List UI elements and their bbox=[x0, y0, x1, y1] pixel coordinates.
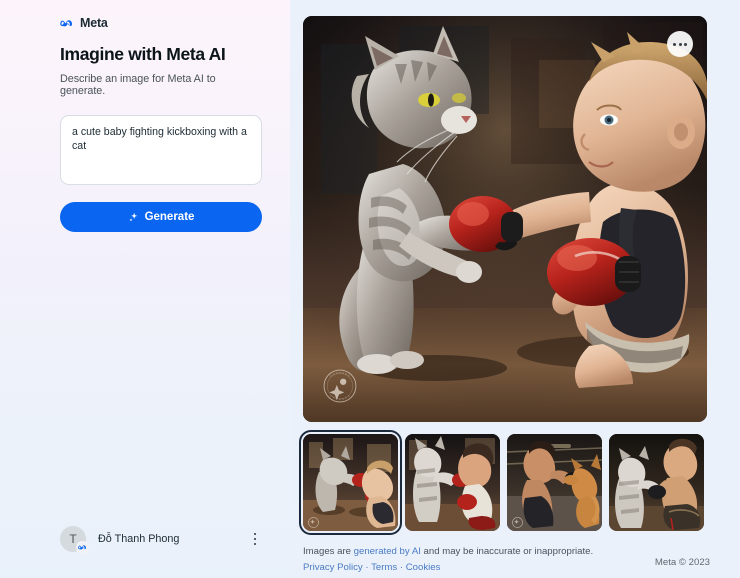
prompt-input[interactable] bbox=[60, 115, 262, 185]
thumbnail-4-artwork bbox=[609, 434, 704, 531]
thumbnail-1[interactable] bbox=[299, 430, 402, 535]
kebab-dot bbox=[253, 542, 257, 546]
image-more-options-button[interactable] bbox=[667, 31, 693, 57]
thumbnail-2-artwork bbox=[405, 434, 500, 531]
meta-infinity-badge-icon bbox=[76, 541, 89, 554]
disclaimer-prefix: Images are bbox=[303, 546, 354, 557]
terms-link[interactable]: Terms bbox=[371, 562, 397, 573]
legal-separator: · bbox=[362, 561, 372, 573]
page-title: Imagine with Meta AI bbox=[60, 44, 226, 64]
user-menu-button[interactable] bbox=[245, 528, 265, 550]
disclaimer-suffix: and may be inaccurate or inappropriate. bbox=[420, 546, 594, 557]
thumbnail-watermark-icon bbox=[512, 515, 523, 528]
legal-separator: · bbox=[397, 561, 406, 573]
thumbnail-strip bbox=[299, 430, 710, 535]
ellipsis-dot bbox=[683, 42, 687, 46]
brand-name: Meta bbox=[80, 16, 108, 30]
hero-image[interactable] bbox=[303, 16, 707, 422]
thumbnail-watermark-icon bbox=[308, 515, 319, 528]
ellipsis-dot bbox=[678, 42, 682, 46]
privacy-policy-link[interactable]: Privacy Policy bbox=[303, 562, 363, 573]
copyright: Meta © 2023 bbox=[654, 557, 710, 568]
generate-button[interactable]: Generate bbox=[60, 202, 262, 232]
generated-by-ai-link[interactable]: generated by AI bbox=[354, 546, 421, 557]
imagine-with-meta-ai-watermark-icon bbox=[323, 369, 357, 403]
main-panel: Images are generated by AI and may be in… bbox=[290, 0, 740, 578]
cookies-link[interactable]: Cookies bbox=[406, 562, 441, 573]
ellipsis-dot bbox=[673, 42, 677, 46]
thumbnail-3[interactable] bbox=[507, 434, 602, 531]
meta-infinity-logo-icon bbox=[60, 18, 75, 29]
kebab-dot bbox=[253, 537, 257, 541]
ai-disclaimer: Images are generated by AI and may be in… bbox=[303, 545, 710, 576]
thumbnail-2[interactable] bbox=[405, 434, 500, 531]
kebab-dot bbox=[253, 532, 257, 536]
user-name: Đỗ Thanh Phong bbox=[98, 533, 180, 545]
avatar: T bbox=[60, 526, 89, 554]
user-account-row[interactable]: T Đỗ Thanh Phong bbox=[60, 524, 265, 554]
thumbnail-4[interactable] bbox=[609, 434, 704, 531]
hero-artwork bbox=[303, 16, 707, 422]
page-subtitle: Describe an image for Meta AI to generat… bbox=[60, 73, 216, 97]
brand: Meta bbox=[60, 14, 262, 32]
legal-links: Privacy Policy · Terms · Cookies bbox=[303, 561, 710, 576]
sparkle-icon bbox=[128, 212, 139, 223]
generate-button-label: Generate bbox=[144, 211, 195, 223]
sidebar: Meta Imagine with Meta AI Describe an im… bbox=[0, 0, 290, 578]
